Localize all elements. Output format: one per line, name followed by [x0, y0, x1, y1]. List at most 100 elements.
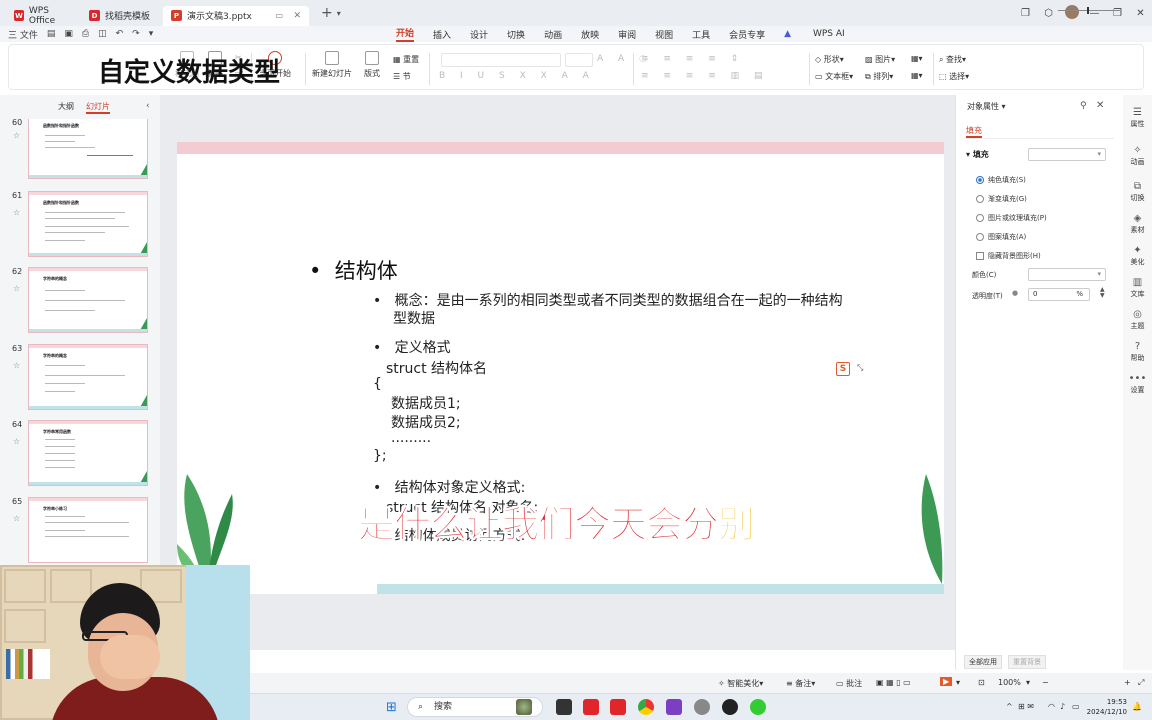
radio-pattern-fill[interactable]: 图案填充(A) [976, 232, 1026, 242]
find-button[interactable]: ⌕ 查找 ▾ [939, 54, 966, 65]
tab-view[interactable]: 视图 [655, 28, 673, 41]
comment-button[interactable]: ▭ 批注 [836, 678, 862, 689]
app-green-icon[interactable] [750, 699, 766, 715]
undo-icon[interactable]: ↶ [116, 29, 124, 39]
select-button[interactable]: ⬚ 选择 ▾ [939, 71, 969, 82]
tab-slideshow[interactable]: 放映 [581, 28, 599, 41]
smart-beautify-button[interactable]: ✧ 智能美化▾ [718, 678, 763, 689]
windows-start-icon[interactable]: ⊞ [386, 700, 397, 715]
color-select[interactable]: ▾ [1028, 268, 1106, 281]
slideshow-play-icon[interactable]: ▶ [940, 677, 953, 686]
sidebar-material[interactable]: ◈ 素材 [1123, 213, 1152, 235]
hide-background-checkbox[interactable]: 隐藏背景图形(H) [976, 251, 1041, 261]
volume-icon[interactable]: ♪ [1060, 702, 1065, 711]
chevron-down-icon[interactable]: ▾ [149, 29, 154, 39]
print-preview-icon[interactable]: ◫ [98, 29, 107, 39]
sidebar-help[interactable]: ? 帮助 [1123, 341, 1152, 363]
wps-taskbar-icon-2[interactable] [610, 699, 626, 715]
more-icon[interactable]: ▦▾ [911, 54, 923, 63]
panel-title[interactable]: 对象属性 ▾ [967, 101, 1006, 112]
window-layout-icon[interactable]: ❐ [1014, 8, 1037, 19]
star-icon[interactable]: ☆ [13, 208, 20, 217]
wps-ai-button[interactable]: ▲ WPS AI [784, 29, 864, 39]
tab-fill[interactable]: 填充 [966, 125, 982, 138]
text-style-icons[interactable]: B I U S X X A A [439, 71, 595, 81]
slide-thumbnail-62[interactable]: 62 ☆ 字符串的概念 [0, 267, 160, 337]
zoom-slider-knob[interactable] [1087, 7, 1089, 14]
zoom-out-icon[interactable]: − [1042, 678, 1049, 687]
reset-background-button[interactable]: 重置背景 [1008, 655, 1046, 669]
layout-button[interactable]: 版式 [364, 51, 380, 79]
tray-chevron-icon[interactable]: ^ [1006, 702, 1013, 711]
star-icon[interactable]: ☆ [13, 514, 20, 523]
expand-icon[interactable]: ⤡ [857, 363, 863, 373]
apply-all-button[interactable]: 全部应用 [964, 655, 1002, 669]
zoom-slider[interactable] [1058, 10, 1120, 11]
sidebar-transition[interactable]: ⧉ 切换 [1123, 181, 1152, 203]
tab-outline[interactable]: 大纲 [58, 101, 74, 114]
tab-transition[interactable]: 切换 [507, 28, 525, 41]
fill-section-header[interactable]: ▾ 填充 [966, 149, 989, 160]
textbox-button[interactable]: ▭ 文本框 ▾ [815, 71, 853, 82]
tab-animation[interactable]: 动画 [544, 28, 562, 41]
star-icon[interactable]: ☆ [13, 284, 20, 293]
taskbar-widget-icon[interactable] [516, 699, 532, 715]
sidebar-theme[interactable]: ◎ 主题 [1123, 309, 1152, 331]
bullet-struct[interactable]: • 结构体 [309, 255, 398, 285]
tab-design[interactable]: 设计 [470, 28, 488, 41]
new-slide-button[interactable]: 新建幻灯片 [312, 51, 352, 79]
notification-bell-icon[interactable]: 🔔 [1132, 702, 1142, 711]
close-icon[interactable]: ✕ [1096, 100, 1104, 111]
redo-icon[interactable]: ↷ [132, 29, 140, 39]
fullscreen-icon[interactable]: ⤢ [1138, 678, 1144, 688]
smart-assist-icon[interactable]: S [836, 362, 850, 376]
font-family-select[interactable] [441, 53, 561, 67]
tab-home[interactable]: 开始 [396, 26, 415, 42]
taskbar-app-icon[interactable] [556, 699, 572, 715]
sidebar-animation[interactable]: ✧ 动画 [1123, 145, 1152, 167]
close-tab-icon[interactable]: ✕ [293, 11, 301, 21]
tab-slides[interactable]: 幻灯片 [86, 101, 110, 114]
fill-type-select[interactable]: ▾ [1028, 148, 1106, 161]
fit-window-icon[interactable]: ⊡ [978, 678, 985, 687]
slide-thumbnail-64[interactable]: 64 ☆ 字符串常用函数 [0, 420, 160, 490]
zoom-in-icon[interactable]: + [1124, 678, 1131, 687]
sidebar-settings[interactable]: ••• 设置 [1123, 373, 1152, 395]
slide-thumbnail-65[interactable]: 65 ☆ 字符串小练习 [0, 497, 160, 567]
shape-button[interactable]: ◇ 形状 ▾ [815, 54, 844, 65]
align-icons[interactable]: ≡ ≡ ≡ ≡ ▥ ▤ [641, 71, 768, 81]
star-icon[interactable]: ☆ [13, 437, 20, 446]
user-avatar[interactable] [1060, 4, 1083, 22]
wifi-icon[interactable]: ◠ [1048, 702, 1055, 711]
bullet-define-format[interactable]: • 定义格式 [373, 339, 451, 358]
more-icon-2[interactable]: ▦▾ [911, 71, 923, 80]
slide-thumbnail-60[interactable]: 60 ☆ 函数指针和指针函数 [0, 118, 160, 181]
section-button[interactable]: ☰ 节 [393, 71, 411, 82]
chevron-down-icon[interactable]: ▾ [956, 678, 960, 687]
transparency-input[interactable]: 0% [1028, 288, 1090, 301]
folder-icon[interactable]: ▤ [47, 29, 56, 39]
sidebar-beautify[interactable]: ✦ 美化 [1123, 245, 1152, 267]
file-menu[interactable]: 三 文件 [8, 28, 38, 41]
tab-wps-office[interactable]: W WPS Office [6, 6, 81, 26]
list-icons[interactable]: ≡ ≡ ≡ ≡ ⇕ [641, 54, 744, 64]
radio-picture-fill[interactable]: 图片或纹理填充(P) [976, 213, 1047, 223]
notes-button[interactable]: ≡ 备注▾ [786, 678, 815, 689]
qq-icon[interactable] [722, 699, 738, 715]
visual-studio-icon[interactable] [666, 699, 682, 715]
tab-tools[interactable]: 工具 [692, 28, 710, 41]
new-tab-button[interactable]: + [321, 5, 333, 21]
settings-gear-icon[interactable] [694, 699, 710, 715]
arrange-button[interactable]: ⧉ 排列 ▾ [865, 71, 893, 82]
tab-member[interactable]: 会员专享 [729, 28, 765, 41]
star-icon[interactable]: ☆ [13, 361, 20, 370]
pin-icon[interactable]: ⚲ [1080, 101, 1087, 111]
view-mode-icons[interactable]: ▣ ▦ ▯ ▭ [876, 678, 911, 687]
chevron-down-icon[interactable]: ▾ [337, 9, 341, 18]
sidebar-properties[interactable]: ☰ 属性 [1123, 107, 1152, 129]
save-icon[interactable]: ▣ [64, 29, 73, 39]
slide-title[interactable]: 自定义数据类型 [98, 52, 280, 89]
collapse-panel-icon[interactable]: ‹ [146, 101, 150, 111]
zoom-level[interactable]: 100% [998, 678, 1021, 687]
reset-button[interactable]: ▦ 重置 [393, 54, 419, 65]
